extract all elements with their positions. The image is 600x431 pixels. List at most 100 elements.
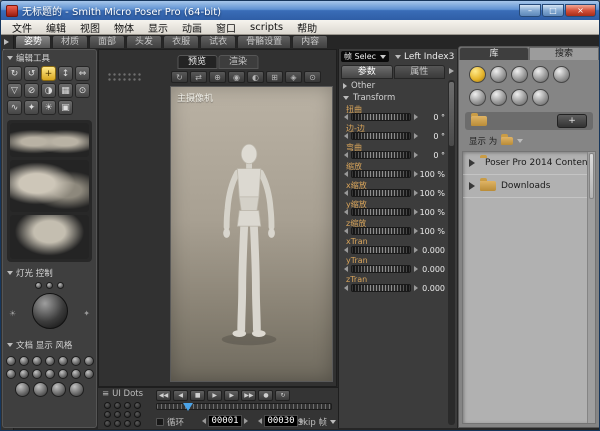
dial-value[interactable]: 0 ° xyxy=(433,132,445,141)
menu-item[interactable]: 视图 xyxy=(73,20,107,35)
library-category-button[interactable] xyxy=(511,89,528,106)
display-style-button[interactable] xyxy=(32,356,42,366)
face-camera-preview[interactable] xyxy=(10,160,89,212)
hands-camera-preview[interactable] xyxy=(10,123,89,157)
dial-value[interactable]: 0.000 xyxy=(422,284,445,293)
menu-item[interactable]: 编辑 xyxy=(39,20,73,35)
section-transform[interactable]: Transform xyxy=(341,92,445,104)
ui-dot[interactable] xyxy=(114,411,121,418)
room-tab[interactable]: 试衣 xyxy=(200,35,236,48)
translate-inout-tool-icon[interactable]: ↕ xyxy=(58,66,73,81)
play-button[interactable]: ▶ xyxy=(207,390,222,401)
ui-dot[interactable] xyxy=(104,402,111,409)
display-style-button[interactable] xyxy=(19,369,29,379)
dial-value[interactable]: 0.000 xyxy=(422,246,445,255)
display-style-button[interactable] xyxy=(15,382,30,397)
zoom-camera-icon[interactable]: ⊙ xyxy=(304,71,321,83)
last-frame-button[interactable]: ▶▶ xyxy=(241,390,256,401)
display-style-button[interactable] xyxy=(45,356,55,366)
parameter-dial[interactable]: 缩放 100 % xyxy=(341,161,445,180)
dial-decrement-arrow-icon[interactable] xyxy=(344,114,348,120)
dial-slider[interactable] xyxy=(351,132,411,140)
dial-slider[interactable] xyxy=(351,265,411,273)
menu-item[interactable]: 文件 xyxy=(5,20,39,35)
display-style-button[interactable] xyxy=(84,369,94,379)
parameter-dial[interactable]: 边-边 0 ° xyxy=(341,123,445,142)
mannequin-figure[interactable] xyxy=(171,87,332,381)
orbit-camera-icon[interactable]: ↻ xyxy=(171,71,188,83)
section-other[interactable]: Other xyxy=(341,80,445,92)
library-category-button[interactable] xyxy=(532,66,549,83)
dial-decrement-arrow-icon[interactable] xyxy=(344,228,348,234)
library-category-button[interactable] xyxy=(469,66,486,83)
library-category-button[interactable] xyxy=(490,89,507,106)
room-tab[interactable]: 姿势 xyxy=(15,35,51,48)
room-tab[interactable]: 面部 xyxy=(89,35,125,48)
dial-decrement-arrow-icon[interactable] xyxy=(344,247,348,253)
room-tab[interactable]: 内容 xyxy=(292,35,328,48)
rotate-tool-icon[interactable]: ↻ xyxy=(7,66,22,81)
dial-decrement-arrow-icon[interactable] xyxy=(344,285,348,291)
dial-decrement-arrow-icon[interactable] xyxy=(344,152,348,158)
tab-overflow-arrow-icon[interactable] xyxy=(449,68,454,74)
display-style-button[interactable] xyxy=(32,369,42,379)
dial-decrement-arrow-icon[interactable] xyxy=(344,209,348,215)
room-tab[interactable]: 骨骼设置 xyxy=(237,35,291,48)
dial-slider[interactable] xyxy=(351,208,411,216)
dial-value[interactable]: 100 % xyxy=(420,189,445,198)
dial-increment-arrow-icon[interactable] xyxy=(414,152,418,158)
top-camera-icon[interactable]: ⊞ xyxy=(266,71,283,83)
display-style-button[interactable] xyxy=(84,356,94,366)
menu-item[interactable]: 窗口 xyxy=(209,20,243,35)
light-indicator[interactable] xyxy=(57,282,64,289)
ui-dot[interactable] xyxy=(124,411,131,418)
direct-manipulation-tool-icon[interactable]: ✦ xyxy=(24,100,39,115)
loop-checkbox[interactable] xyxy=(156,418,164,426)
body-camera-preview[interactable] xyxy=(10,215,89,259)
loop-toggle[interactable]: 循环 xyxy=(156,416,184,428)
minimize-button[interactable]: – xyxy=(519,4,541,17)
ui-dot[interactable] xyxy=(104,420,111,427)
dial-value[interactable]: 0 ° xyxy=(433,151,445,160)
dial-increment-arrow-icon[interactable] xyxy=(414,114,418,120)
playhead-marker[interactable] xyxy=(183,403,193,411)
end-frame-counter[interactable]: 00030 xyxy=(264,415,298,427)
view-magnifier-tool-icon[interactable]: ⊙ xyxy=(75,83,90,98)
dial-increment-arrow-icon[interactable] xyxy=(414,133,418,139)
dial-slider[interactable] xyxy=(351,284,411,292)
create-light-icon[interactable]: ☀ xyxy=(9,309,16,318)
palette-grip[interactable] xyxy=(107,72,141,81)
dial-increment-arrow-icon[interactable] xyxy=(414,247,418,253)
params-tab[interactable]: 参数 xyxy=(341,65,393,79)
light-trackball[interactable] xyxy=(32,293,68,329)
library-category-button[interactable] xyxy=(469,89,486,106)
dial-slider[interactable] xyxy=(351,189,411,197)
dial-decrement-arrow-icon[interactable] xyxy=(344,190,348,196)
library-tab[interactable]: 搜索 xyxy=(529,47,599,60)
morphing-tool-icon[interactable]: ∿ xyxy=(7,100,22,115)
frame-decrement-arrow-icon[interactable] xyxy=(202,418,206,424)
dial-increment-arrow-icon[interactable] xyxy=(414,209,418,215)
library-folder-row[interactable]: Poser Pro 2014 Content xyxy=(463,152,595,175)
editing-tools-header[interactable]: 编辑工具 xyxy=(3,50,96,66)
end-frame-decrement-arrow-icon[interactable] xyxy=(258,418,262,424)
parameter-dial[interactable]: xTran 0.000 xyxy=(341,237,445,256)
translate-pull-tool-icon[interactable]: + xyxy=(41,66,56,81)
library-scrollbar[interactable] xyxy=(587,152,595,423)
parameter-dial[interactable]: x缩放 100 % xyxy=(341,180,445,199)
display-style-button[interactable] xyxy=(58,356,68,366)
library-category-button[interactable] xyxy=(511,66,528,83)
flyaround-camera-icon[interactable]: ◈ xyxy=(285,71,302,83)
dial-slider[interactable] xyxy=(351,151,411,159)
expand-arrow-icon[interactable] xyxy=(469,159,475,167)
dial-slider[interactable] xyxy=(351,113,411,121)
scale-tool-icon[interactable]: ⇔ xyxy=(75,66,90,81)
display-style-button[interactable] xyxy=(6,356,16,366)
room-tab[interactable]: 衣服 xyxy=(163,35,199,48)
expand-arrow-icon[interactable] xyxy=(469,182,475,190)
display-style-button[interactable] xyxy=(69,382,84,397)
library-category-button[interactable] xyxy=(490,66,507,83)
next-frame-button[interactable]: ▶ xyxy=(224,390,239,401)
add-figure-button[interactable]: + xyxy=(557,114,587,128)
menu-item[interactable]: 帮助 xyxy=(290,20,324,35)
